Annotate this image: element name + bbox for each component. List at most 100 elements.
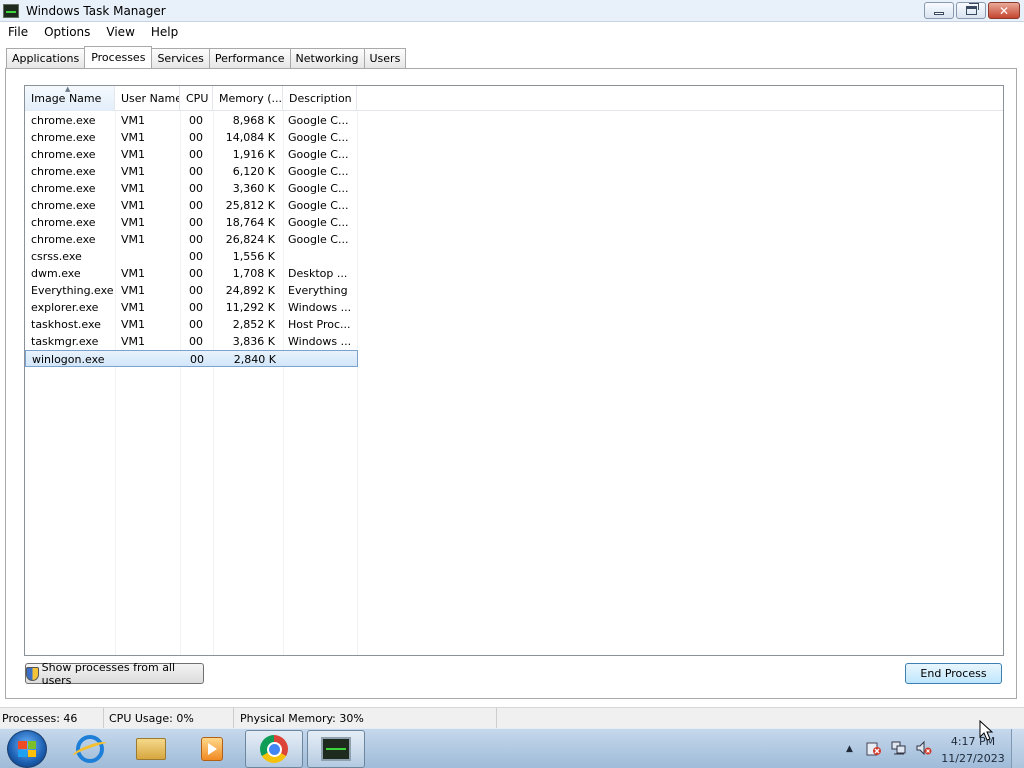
show-all-users-button[interactable]: Show processes from all users	[25, 661, 204, 687]
process-row[interactable]: winlogon.exe 00 2,840 K	[25, 350, 358, 367]
process-row[interactable]: chrome.exe VM1 00 26,824 K Google C...	[25, 231, 358, 248]
column-memory[interactable]: Memory (...	[213, 86, 283, 111]
process-row[interactable]: chrome.exe VM1 00 6,120 K Google C...	[25, 163, 358, 180]
close-icon: ✕	[998, 3, 1010, 18]
tab-applications[interactable]: Applications	[6, 48, 86, 68]
process-user-cell: VM1	[121, 131, 146, 144]
process-row[interactable]: dwm.exe VM1 00 1,708 K Desktop ...	[25, 265, 358, 282]
process-list[interactable]: ▲ Image Name User Name CPU Memory (... D…	[24, 85, 1004, 656]
process-user-cell: VM1	[121, 284, 146, 297]
menu-options[interactable]: Options	[36, 25, 98, 39]
column-description[interactable]: Description	[283, 86, 357, 111]
column-cpu[interactable]: CPU	[180, 86, 213, 111]
mouse-cursor-icon	[979, 720, 993, 741]
tab-users[interactable]: Users	[363, 48, 407, 68]
process-row[interactable]: Everything.exe VM1 00 24,892 K Everything	[25, 282, 358, 299]
menu-help[interactable]: Help	[143, 25, 186, 39]
internet-explorer-icon	[76, 735, 104, 763]
taskbar-google-chrome[interactable]	[245, 730, 303, 768]
process-user-cell: VM1	[121, 267, 146, 280]
process-memory-cell: 1,556 K	[232, 250, 275, 263]
process-name-cell: csrss.exe	[31, 250, 82, 263]
column-user-name[interactable]: User Name	[115, 86, 180, 111]
clock-time: 4:17 PM	[950, 735, 996, 748]
process-row[interactable]: chrome.exe VM1 00 14,084 K Google C...	[25, 129, 358, 146]
task-manager-icon	[321, 737, 351, 761]
taskbar-internet-explorer[interactable]	[61, 730, 119, 768]
process-user-cell: VM1	[121, 233, 146, 246]
process-cpu-cell: 00	[189, 318, 203, 331]
process-memory-cell: 14,084 K	[225, 131, 275, 144]
end-process-button[interactable]: End Process	[905, 663, 1002, 684]
process-row[interactable]: explorer.exe VM1 00 11,292 K Windows ...	[25, 299, 358, 316]
process-memory-cell: 1,708 K	[232, 267, 275, 280]
show-hidden-icons-button[interactable]: ▲	[846, 744, 853, 754]
tab-processes[interactable]: Processes	[84, 46, 153, 68]
action-center-icon[interactable]	[866, 740, 882, 756]
process-memory-cell: 8,968 K	[232, 114, 275, 127]
process-user-cell: VM1	[121, 165, 146, 178]
process-description-cell: Google C...	[288, 165, 349, 178]
process-row[interactable]: taskhost.exe VM1 00 2,852 K Host Proc...	[25, 316, 358, 333]
tab-services[interactable]: Services	[151, 48, 210, 68]
process-row[interactable]: chrome.exe VM1 00 18,764 K Google C...	[25, 214, 358, 231]
process-name-cell: chrome.exe	[31, 114, 96, 127]
minimize-button[interactable]	[924, 2, 954, 19]
process-description-cell: Google C...	[288, 199, 349, 212]
network-icon[interactable]	[891, 740, 907, 756]
menu-file[interactable]: File	[0, 25, 36, 39]
process-cpu-cell: 00	[189, 199, 203, 212]
process-cpu-cell: 00	[189, 148, 203, 161]
process-name-cell: chrome.exe	[31, 131, 96, 144]
process-user-cell: VM1	[121, 114, 146, 127]
restore-icon	[965, 3, 979, 15]
process-name-cell: chrome.exe	[31, 182, 96, 195]
process-cpu-cell: 00	[189, 335, 203, 348]
status-cpu-usage: CPU Usage: 0%	[105, 708, 234, 729]
process-description-cell: Google C...	[288, 131, 349, 144]
process-row[interactable]: csrss.exe 00 1,556 K	[25, 248, 358, 265]
process-memory-cell: 18,764 K	[225, 216, 275, 229]
status-physical-memory: Physical Memory: 30%	[235, 708, 497, 729]
process-cpu-cell: 00	[190, 353, 204, 366]
process-description-cell: Google C...	[288, 114, 349, 127]
process-description-cell: Host Proc...	[288, 318, 351, 331]
taskbar-windows-explorer[interactable]	[122, 730, 180, 768]
process-description-cell: Google C...	[288, 233, 349, 246]
process-row[interactable]: chrome.exe VM1 00 8,968 K Google C...	[25, 112, 358, 129]
tab-performance[interactable]: Performance	[208, 48, 291, 68]
process-description-cell: Desktop ...	[288, 267, 348, 280]
task-manager-icon	[3, 3, 19, 18]
process-cpu-cell: 00	[189, 114, 203, 127]
column-user-name-label: User Name	[121, 92, 180, 105]
process-user-cell: VM1	[121, 335, 146, 348]
minimize-icon	[934, 12, 944, 15]
column-image-name[interactable]: ▲ Image Name	[25, 86, 115, 111]
taskbar-media-player[interactable]	[183, 730, 241, 768]
taskbar-task-manager[interactable]	[307, 730, 365, 768]
clock-date: 11/27/2023	[941, 752, 1005, 765]
process-row[interactable]: chrome.exe VM1 00 25,812 K Google C...	[25, 197, 358, 214]
column-memory-label: Memory (...	[219, 92, 283, 105]
close-button[interactable]: ✕	[988, 2, 1020, 19]
process-row[interactable]: taskmgr.exe VM1 00 3,836 K Windows ...	[25, 333, 358, 350]
process-name-cell: Everything.exe	[31, 284, 114, 297]
system-clock[interactable]: 4:17 PM 11/27/2023	[940, 733, 1006, 767]
column-cpu-label: CPU	[186, 92, 209, 105]
show-desktop-button[interactable]	[1011, 729, 1024, 768]
process-memory-cell: 6,120 K	[232, 165, 275, 178]
process-user-cell: VM1	[121, 318, 146, 331]
process-description-cell: Windows ...	[288, 335, 352, 348]
restore-button[interactable]	[956, 2, 986, 19]
column-image-name-label: Image Name	[31, 92, 102, 105]
menu-view[interactable]: View	[98, 25, 142, 39]
tab-networking[interactable]: Networking	[289, 48, 365, 68]
volume-muted-icon[interactable]	[916, 740, 932, 756]
process-name-cell: taskhost.exe	[31, 318, 101, 331]
window-title: Windows Task Manager	[26, 3, 166, 18]
process-memory-cell: 3,836 K	[232, 335, 275, 348]
process-memory-cell: 26,824 K	[225, 233, 275, 246]
process-row[interactable]: chrome.exe VM1 00 1,916 K Google C...	[25, 146, 358, 163]
process-row[interactable]: chrome.exe VM1 00 3,360 K Google C...	[25, 180, 358, 197]
start-button[interactable]	[7, 730, 47, 768]
